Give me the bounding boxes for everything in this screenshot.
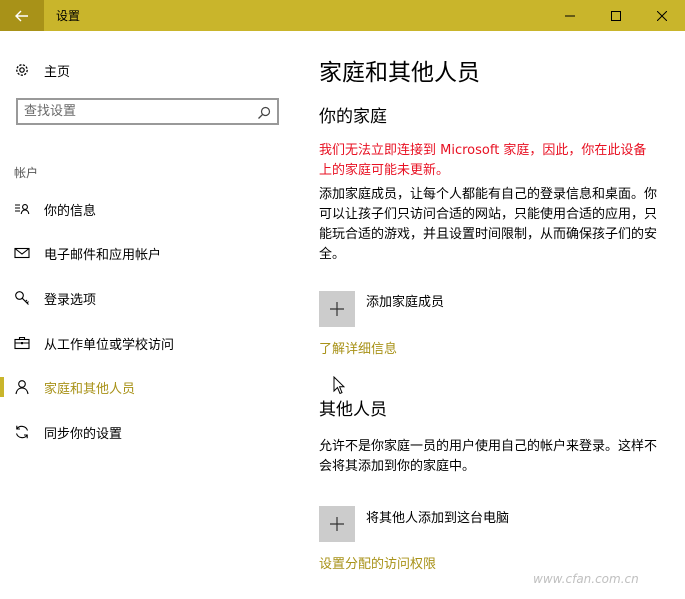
family-description: 添加家庭成员，让每个人都能有自己的登录信息和桌面。你可以让孩子们只访问合适的网站… <box>319 187 658 262</box>
nav-home[interactable]: 主页 <box>14 59 70 81</box>
minimize-button[interactable] <box>547 0 593 31</box>
briefcase-icon <box>14 335 30 351</box>
nav-item-email-accounts[interactable]: 电子邮件和应用帐户 <box>0 238 298 268</box>
nav-item-sync-settings[interactable]: 同步你的设置 <box>0 417 298 447</box>
search-input[interactable] <box>24 103 244 120</box>
nav-item-work-school[interactable]: 从工作单位或学校访问 <box>0 328 298 358</box>
nav-item-label: 登录选项 <box>44 293 97 308</box>
person-icon <box>14 379 30 395</box>
window-title: 设置 <box>56 9 81 23</box>
add-family-member-button[interactable] <box>319 291 355 327</box>
sync-icon <box>14 424 30 440</box>
key-icon <box>14 290 30 306</box>
close-icon <box>657 10 667 21</box>
arrow-left-icon <box>15 10 28 21</box>
plus-icon <box>330 517 344 531</box>
close-button[interactable] <box>639 0 685 31</box>
title-bar: 设置 <box>0 0 685 31</box>
maximize-icon <box>611 10 621 21</box>
mouse-cursor-icon <box>333 376 345 395</box>
add-other-user-label[interactable]: 将其他人添加到这台电脑 <box>366 507 509 526</box>
watermark: www.cfan.com.cn <box>533 572 639 586</box>
maximize-button[interactable] <box>593 0 639 31</box>
assigned-access-link[interactable]: 设置分配的访问权限 <box>319 553 436 572</box>
family-error-message: 我们无法立即连接到 Microsoft 家庭，因此，你在此设备上的家庭可能未更新… <box>319 143 647 178</box>
plus-icon <box>330 302 344 316</box>
section-label-accounts: 帐户 <box>14 166 39 180</box>
search-box[interactable] <box>16 98 279 125</box>
add-other-user-button[interactable] <box>319 506 355 542</box>
nav-item-label: 家庭和其他人员 <box>44 382 136 397</box>
person-list-icon <box>14 201 30 217</box>
nav-home-label: 主页 <box>44 64 71 80</box>
others-heading: 其他人员 <box>319 400 387 420</box>
nav-item-family-other[interactable]: 家庭和其他人员 <box>0 372 298 402</box>
minimize-icon <box>565 15 575 16</box>
nav-item-sign-in-options[interactable]: 登录选项 <box>0 283 298 313</box>
learn-more-link[interactable]: 了解详细信息 <box>319 338 397 357</box>
nav-item-label: 从工作单位或学校访问 <box>44 338 175 353</box>
search-button[interactable] <box>257 105 271 124</box>
back-button[interactable] <box>0 0 44 31</box>
page-title: 家庭和其他人员 <box>319 60 480 86</box>
navigation-pane: 主页 帐户 你的信息 电子邮件和应用帐户 <box>0 31 298 599</box>
nav-item-your-info[interactable]: 你的信息 <box>0 194 298 224</box>
family-heading: 你的家庭 <box>319 107 387 127</box>
gear-icon <box>16 64 28 76</box>
active-indicator <box>0 377 4 397</box>
add-family-member-label[interactable]: 添加家庭成员 <box>366 291 444 310</box>
search-icon <box>258 106 271 119</box>
nav-item-label: 你的信息 <box>44 204 97 219</box>
main-content: 家庭和其他人员 你的家庭 我们无法立即连接到 Microsoft 家庭，因此，你… <box>298 31 685 599</box>
nav-item-label: 同步你的设置 <box>44 427 123 442</box>
others-description: 允许不是你家庭一员的用户使用自己的帐户来登录。这样不会将其添加到你的家庭中。 <box>319 439 658 474</box>
nav-item-label: 电子邮件和应用帐户 <box>44 248 162 263</box>
mail-icon <box>14 245 30 261</box>
